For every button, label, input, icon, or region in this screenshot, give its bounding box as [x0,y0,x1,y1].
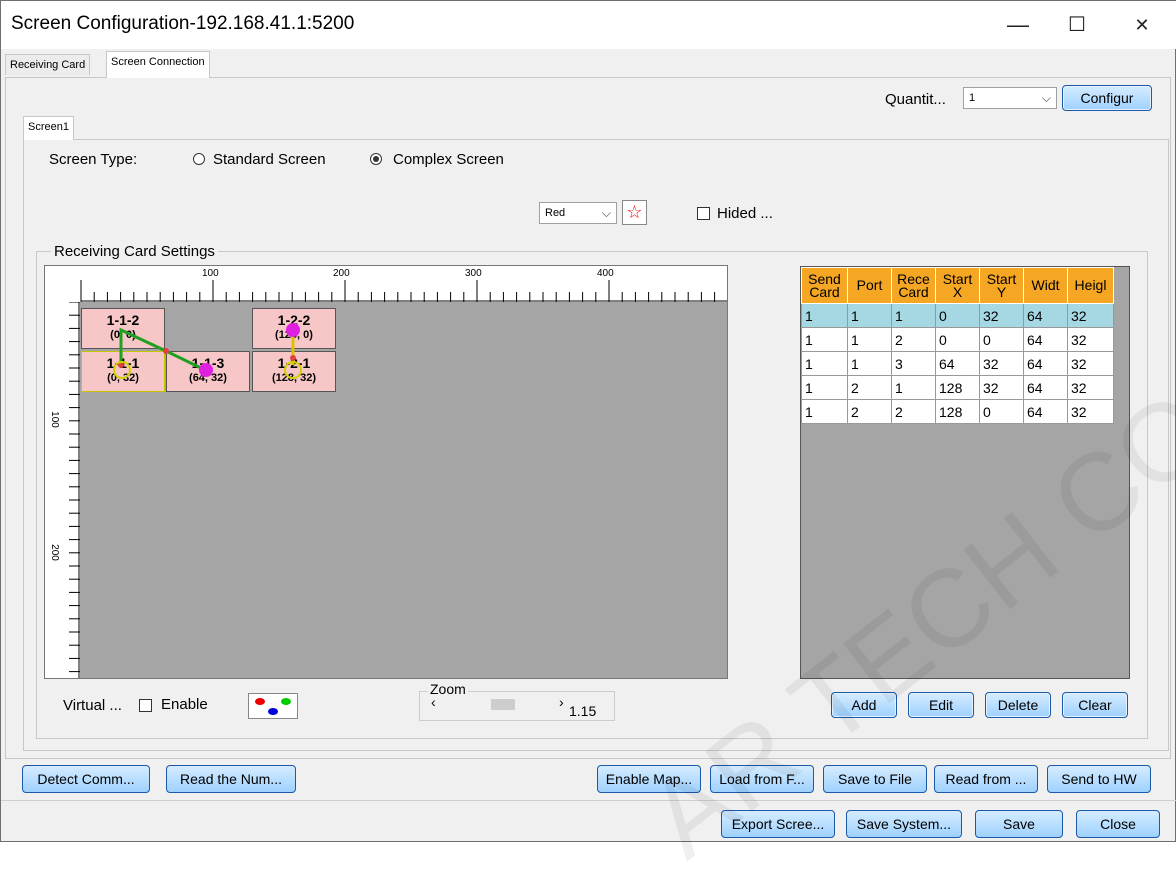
table-cell: 2 [847,375,892,400]
table-cell: 0 [979,327,1024,352]
table-cell: 1 [891,375,936,400]
quantity-label: Quantit... [885,91,946,108]
table-cell: 1 [801,303,848,328]
hide-checkbox[interactable] [697,207,710,220]
table-cell: 64 [1023,351,1068,376]
table-cell: 32 [979,351,1024,376]
virtual-label: Virtual ... [63,697,122,714]
table-cell: 0 [979,399,1024,424]
quantity-value: 1 [969,92,976,104]
save-button[interactable]: Save [975,810,1063,838]
tab-screen1[interactable]: Screen1 [23,116,74,140]
table-row[interactable]: 1 1 1 0 32 64 32 [801,303,1114,328]
table-cell: 1 [801,399,848,424]
table-cell: 64 [1023,327,1068,352]
enable-checkbox[interactable] [139,699,152,712]
chevron-down-icon: ⌵ [1041,91,1051,105]
col-header: Rece Card [891,267,936,304]
close-window-button[interactable]: ✕ [1119,7,1165,43]
configure-button[interactable]: Configur [1062,85,1152,111]
layout-canvas[interactable]: 100 200 300 400 100 200 1-1-2 (0, 0) 1-2-… [44,265,728,679]
table-cell: 1 [801,327,848,352]
chevron-left-icon[interactable]: ‹ [431,694,436,710]
title-bar: Screen Configuration-192.168.41.1:5200 —… [1,1,1176,49]
detect-comm-button[interactable]: Detect Comm... [22,765,150,793]
table-cell: 32 [1067,375,1114,400]
table-cell: 32 [979,303,1024,328]
table-cell: 1 [847,303,892,328]
col-header: Heigl [1067,267,1114,304]
col-header: Send Card [801,267,848,304]
chevron-down-icon: ⌵ [601,206,611,220]
table-cell: 32 [1067,327,1114,352]
close-button[interactable]: Close [1076,810,1160,838]
table-cell: 64 [1023,375,1068,400]
tab-screen-connection[interactable]: Screen Connection [106,51,210,78]
chevron-right-icon[interactable]: › [559,694,564,710]
slider-thumb[interactable] [491,699,515,710]
table-cell: 1 [801,351,848,376]
delete-button[interactable]: Delete [985,692,1051,718]
read-from-button[interactable]: Read from ... [934,765,1038,793]
table-cell: 1 [891,303,936,328]
table-cell: 2 [847,399,892,424]
col-header: Port [847,267,892,304]
complex-screen-radio[interactable] [370,153,382,165]
clear-button[interactable]: Clear [1062,692,1128,718]
table-cell: 1 [847,327,892,352]
color-dots-icon[interactable] [248,693,298,719]
table-cell: 64 [1023,303,1068,328]
connection-lines [113,323,302,379]
enable-label: Enable [161,696,208,713]
table-row[interactable]: 1 2 1 128 32 64 32 [801,375,1114,400]
table-cell: 1 [847,351,892,376]
col-header: Start Y [979,267,1024,304]
table-cell: 0 [935,303,980,328]
standard-screen-radio[interactable] [193,153,205,165]
maximize-button[interactable]: ☐ [1054,7,1100,43]
table-cell: 64 [935,351,980,376]
complex-screen-label: Complex Screen [393,151,504,168]
zoom-slider[interactable]: ‹ › [427,694,564,711]
color-value: Red [545,207,566,219]
table-cell: 2 [891,327,936,352]
table-cell: 64 [1023,399,1068,424]
color-select[interactable]: Red ⌵ [539,202,617,224]
standard-screen-label: Standard Screen [213,151,326,168]
save-system-button[interactable]: Save System... [846,810,962,838]
col-header: Start X [935,267,980,304]
table-cell: 3 [891,351,936,376]
table-row[interactable]: 1 1 2 0 0 64 32 [801,327,1114,352]
table-cell: 32 [1067,303,1114,328]
window: Screen Configuration-192.168.41.1:5200 —… [0,0,1176,881]
hide-label: Hided ... [717,205,773,222]
minimize-button[interactable]: — [995,7,1041,43]
table-row[interactable]: 1 2 2 128 0 64 32 [801,399,1114,424]
read-the-num-button[interactable]: Read the Num... [166,765,296,793]
table-cell: 32 [979,375,1024,400]
send-to-hw-button[interactable]: Send to HW [1047,765,1151,793]
divider [1,800,1176,801]
table-cell: 2 [891,399,936,424]
screen-type-label: Screen Type: [49,151,138,168]
table-cell: 1 [801,375,848,400]
tab-receiving-card[interactable]: Receiving Card [5,54,91,75]
table-cell: 0 [935,327,980,352]
window-title: Screen Configuration-192.168.41.1:5200 [11,13,355,34]
table-cell: 128 [935,399,980,424]
col-header: Widt [1023,267,1068,304]
star-icon[interactable]: ☆ [622,200,647,225]
quantity-select[interactable]: 1 ⌵ [963,87,1057,109]
zoom-value: 1.15 [569,703,597,719]
group-title: Receiving Card Settings [51,243,218,260]
table-cell: 128 [935,375,980,400]
table-cell: 32 [1067,351,1114,376]
table-row[interactable]: 1 1 3 64 32 64 32 [801,351,1114,376]
